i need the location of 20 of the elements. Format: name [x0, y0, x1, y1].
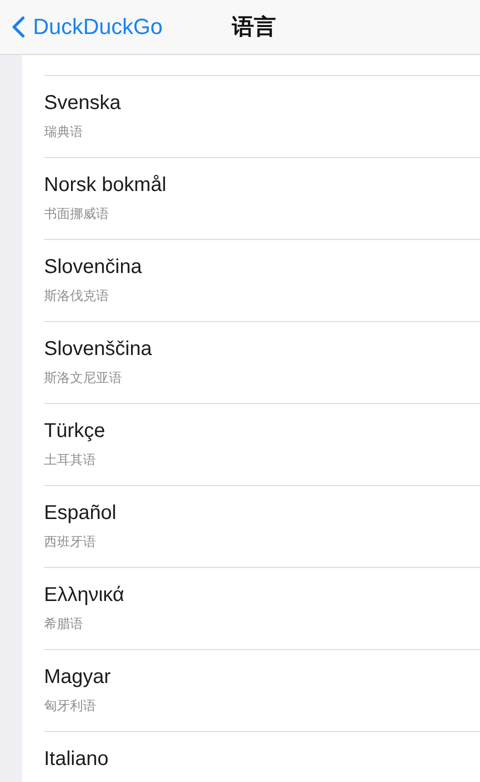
- back-chevron-icon: [12, 16, 25, 38]
- language-name[interactable]: Slovenčina: [44, 256, 142, 278]
- language-translation: 希腊语: [44, 615, 83, 633]
- language-name[interactable]: Norsk bokmål: [44, 174, 166, 196]
- language-translation: 瑞典语: [44, 123, 83, 141]
- back-button[interactable]: DuckDuckGo: [0, 14, 163, 40]
- language-translation: 西班牙语: [44, 533, 96, 551]
- language-translation: 斯洛伐克语: [44, 287, 109, 305]
- page-title: 语言: [232, 13, 276, 41]
- language-name[interactable]: Türkçe: [44, 420, 106, 442]
- language-name[interactable]: Español: [44, 502, 116, 524]
- language-translation: 书面挪威语: [44, 205, 109, 223]
- language-name[interactable]: Italiano: [44, 748, 108, 770]
- language-name[interactable]: Magyar: [44, 666, 111, 688]
- language-translation: 土耳其语: [44, 451, 96, 469]
- language-name[interactable]: Slovenščina: [44, 338, 152, 360]
- language-translation: 匈牙利语: [44, 697, 96, 715]
- language-name[interactable]: Ελληνικά: [44, 584, 124, 606]
- language-name[interactable]: Svenska: [44, 92, 121, 114]
- language-translation: 斯洛文尼亚语: [44, 369, 122, 387]
